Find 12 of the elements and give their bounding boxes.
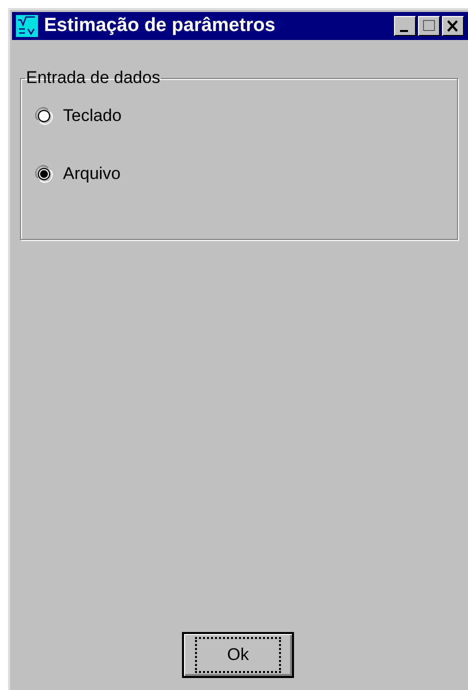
radio-option[interactable]: Teclado [35,106,122,126]
minimize-button[interactable] [394,16,416,36]
app-icon [16,15,38,37]
radio-option[interactable]: Arquivo [35,164,121,184]
radio-button[interactable] [35,107,53,125]
minimize-icon [400,30,408,32]
group-label: Entrada de dados [25,68,162,88]
ok-button[interactable]: Ok [182,632,294,678]
radio-button[interactable] [35,165,53,183]
close-button[interactable] [442,16,464,36]
window-title: Estimação de parâmetros [44,15,276,37]
maximize-button[interactable] [418,16,440,36]
